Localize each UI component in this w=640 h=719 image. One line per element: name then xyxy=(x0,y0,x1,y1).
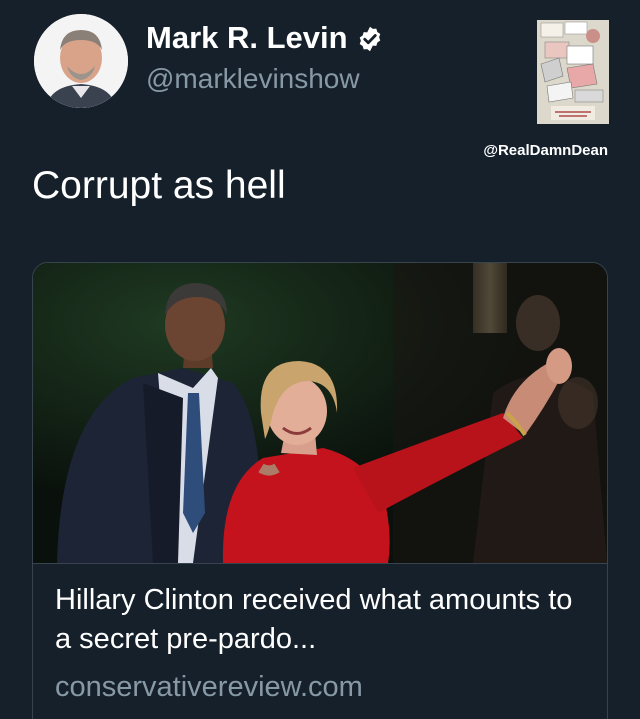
author-avatar[interactable] xyxy=(34,14,128,108)
card-title[interactable]: Hillary Clinton received what amounts to… xyxy=(55,581,595,659)
tweet-text: Corrupt as hell xyxy=(32,164,286,207)
author-display-name[interactable]: Mark R. Levin xyxy=(146,19,384,57)
author-name-text: Mark R. Levin xyxy=(146,20,348,55)
watermark-handle: @RealDamnDean xyxy=(483,142,608,159)
card-domain[interactable]: conservativereview.com xyxy=(55,669,363,705)
link-preview-card[interactable]: Hillary Clinton received what amounts to… xyxy=(32,262,608,719)
verified-badge-icon xyxy=(356,24,384,52)
tweet: Mark R. Levin @marklevinshow @RealDamnDe… xyxy=(0,0,640,719)
card-divider xyxy=(33,563,607,564)
card-photo xyxy=(33,263,607,563)
author-avatar-image xyxy=(34,14,128,108)
watermark-logo-image xyxy=(537,20,609,124)
author-handle[interactable]: @marklevinshow xyxy=(146,62,360,96)
